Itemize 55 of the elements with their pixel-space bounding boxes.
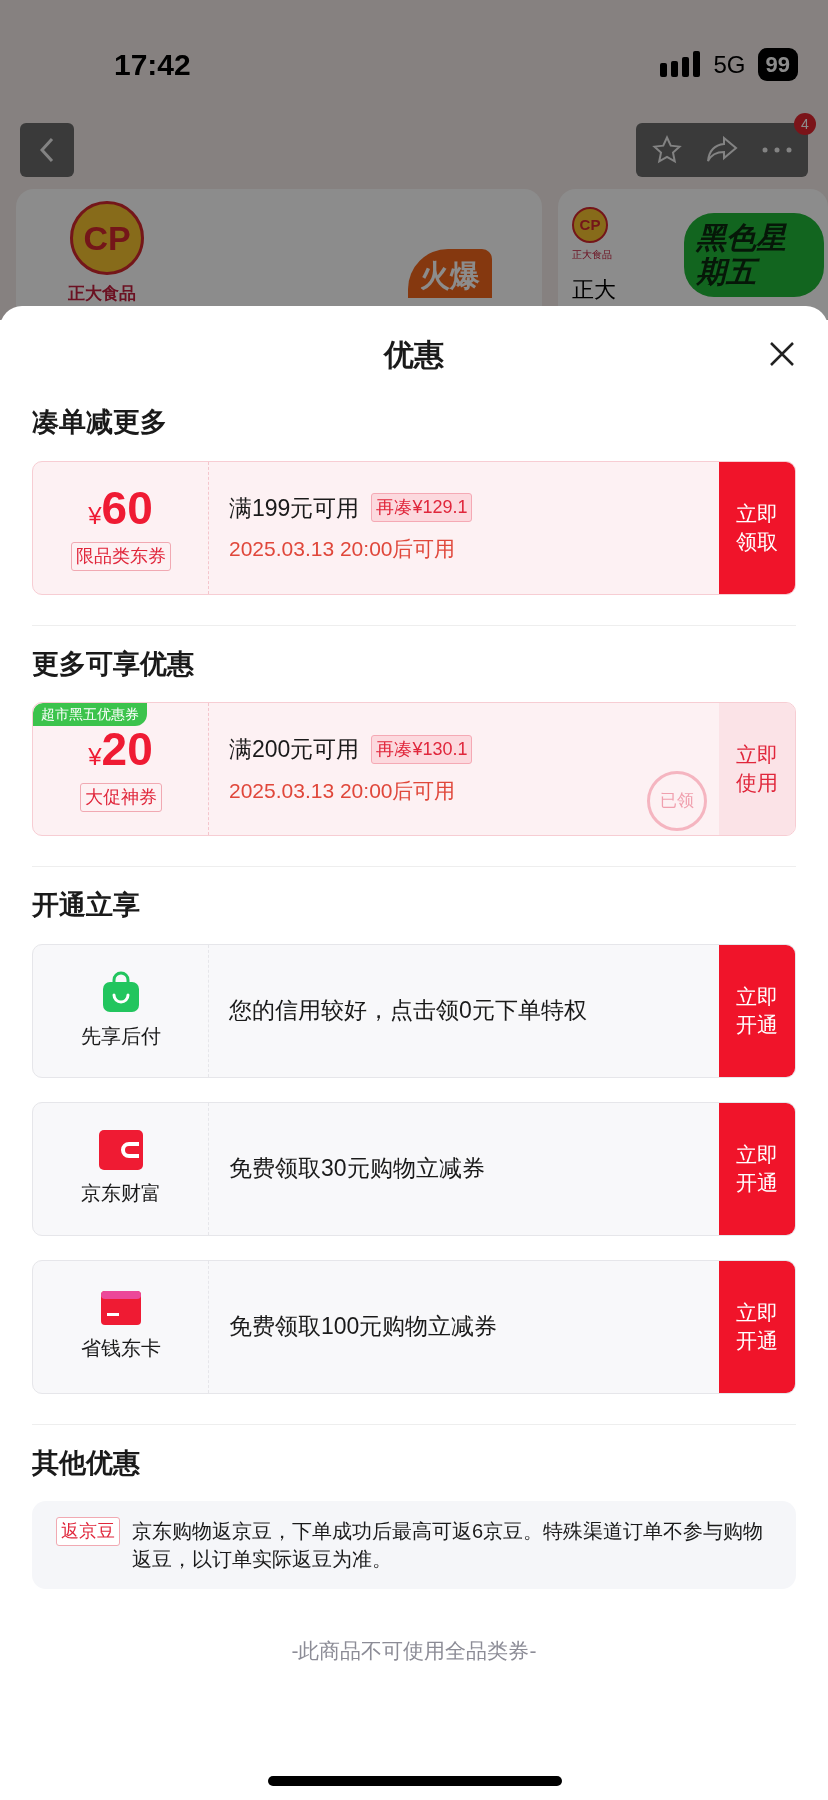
signal-icon [659,50,702,79]
promo-flame-badge: 火爆 [408,249,492,298]
back-button[interactable] [20,123,74,177]
claim-button[interactable]: 立即领取 [719,461,795,594]
coupon-amount: 60 [101,484,153,531]
activate-button[interactable]: 立即开通 [719,1260,795,1393]
coupon-type-tag: 限品类东券 [70,541,171,571]
service-name: 京东财富 [80,1180,161,1206]
card-icon [100,1290,141,1325]
product-title: 正大 [572,276,616,304]
section-title: 其他优惠 [32,1446,141,1480]
valid-time: 2025.03.13 20:00后可用 [229,777,456,804]
section-title: 凑单减更多 [32,406,168,439]
shopping-bag-icon [100,970,141,1013]
beans-tag: 返京豆 [56,1517,120,1546]
activate-button[interactable]: 立即开通 [719,1102,795,1235]
close-button[interactable] [768,340,796,368]
more-icon[interactable] [762,147,792,153]
footer-note: -此商品不可使用全品类券- [290,1638,538,1664]
share-icon[interactable] [706,136,738,164]
coupon-condition: 满199元可用 [229,493,360,523]
coupon-amount: 20 [101,726,153,772]
info-text: 京东购物返京豆，下单成功后最高可返6京豆。特殊渠道订单不参与购物返豆，以订单实际返豆为准。 [132,1519,765,1572]
back-icon [40,137,54,163]
service-offer: 免费领取30元购物立减券 [229,1154,485,1184]
coupon-condition: 满200元可用 [229,735,360,764]
brand-name: 正大食品 [68,283,136,305]
section-title: 开通立享 [32,889,141,922]
battery-level: 99 [757,48,798,81]
notification-badge: 4 [794,113,816,135]
currency-sign: ¥ [88,743,102,772]
network-type: 5G [713,49,746,80]
promo-badge: 黑色星期五 [684,213,824,297]
amount-needed-tag: 再凑¥129.1 [371,493,473,523]
status-time: 17:42 [114,47,191,83]
star-icon[interactable] [652,135,682,165]
claimed-stamp: 已领 [647,771,707,831]
service-name: 先享后付 [80,1023,161,1049]
close-icon [768,340,796,368]
section-title: 更多可享优惠 [32,647,195,681]
claim-button[interactable]: 立即使用 [719,703,795,835]
activate-button[interactable]: 立即开通 [719,944,795,1077]
sheet-title: 优惠 [384,336,444,373]
currency-sign: ¥ [88,501,102,531]
valid-time: 2025.03.13 20:00后可用 [229,536,456,562]
brand-name: 正大食品 [572,248,612,262]
service-name: 省钱东卡 [80,1335,161,1361]
service-offer: 免费领取100元购物立减券 [229,1312,498,1342]
brand-logo: CP [572,207,608,243]
coupon-ribbon: 超市黑五优惠券 [33,703,147,726]
service-offer: 您的信用较好，点击领0元下单特权 [229,996,587,1026]
brand-logo: CP [70,201,144,275]
wallet-icon [98,1129,143,1170]
coupon-type-tag: 大促神券 [79,783,162,812]
amount-needed-tag: 再凑¥130.1 [371,734,473,764]
